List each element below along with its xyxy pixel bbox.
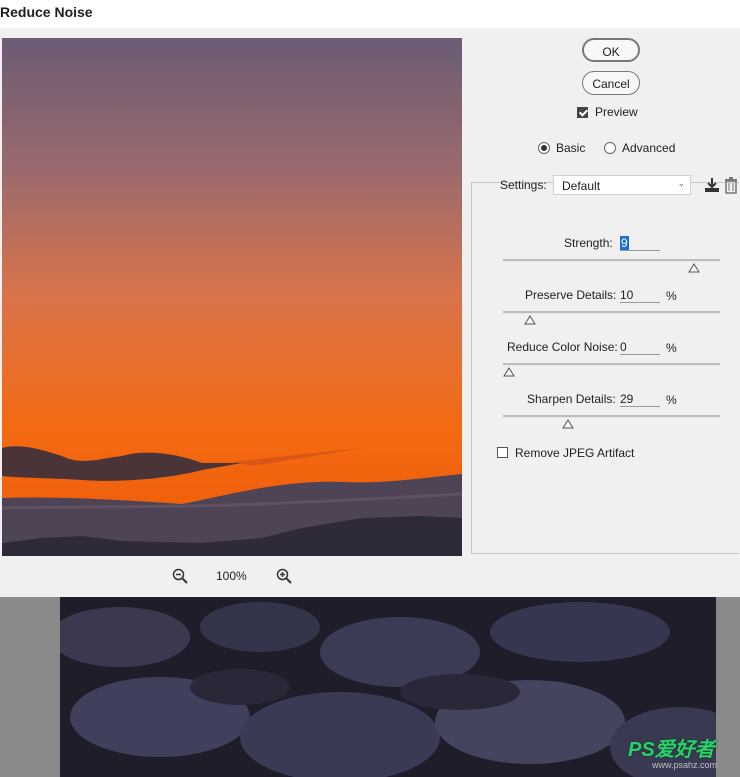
strength-label: Strength:	[564, 236, 613, 250]
settings-label: Settings:	[500, 178, 547, 192]
watermark-logo: PS爱好者	[628, 739, 715, 761]
zoom-out-icon[interactable]	[172, 568, 188, 587]
basic-radio[interactable]	[538, 142, 550, 154]
reduce-color-noise-value: 0	[620, 340, 627, 354]
basic-label: Basic	[556, 141, 586, 155]
save-settings-icon[interactable]	[703, 176, 721, 197]
sharpen-details-slider-track[interactable]	[503, 415, 720, 418]
reduce-color-noise-slider-thumb[interactable]	[503, 367, 515, 377]
zoom-level: 100%	[216, 569, 247, 583]
strength-slider-track[interactable]	[503, 259, 720, 262]
advanced-radio[interactable]	[604, 142, 616, 154]
strength-slider-thumb[interactable]	[687, 263, 700, 273]
settings-value: Default	[562, 179, 601, 193]
sharpen-details-unit: %	[666, 393, 677, 407]
preserve-details-value: 10	[620, 288, 634, 302]
sharpen-details-value: 29	[620, 392, 634, 406]
ok-button[interactable]: OK	[582, 38, 640, 62]
strength-value: 9	[620, 236, 629, 250]
sharpen-details-input[interactable]: 29	[620, 392, 660, 407]
remove-jpeg-artifact-checkbox[interactable]	[497, 447, 508, 458]
watermark-url: www.psahz.com	[652, 760, 718, 770]
strength-input[interactable]: 9	[620, 236, 660, 251]
sharpen-details-slider-thumb[interactable]	[562, 419, 575, 429]
reduce-color-noise-label: Reduce Color Noise:	[507, 340, 618, 354]
zoom-in-icon[interactable]	[276, 568, 292, 587]
preserve-details-unit: %	[666, 289, 677, 303]
preserve-details-label: Preserve Details:	[525, 288, 617, 302]
preserve-details-input[interactable]: 10	[620, 288, 660, 303]
trash-icon[interactable]	[724, 176, 738, 197]
dialog-title: Reduce Noise	[0, 4, 93, 20]
preview-label: Preview	[595, 105, 638, 119]
background-rocks-image	[60, 597, 716, 777]
reduce-noise-dialog: Reduce Noise OK Cancel Preview Basic Adv…	[0, 0, 740, 597]
cancel-button[interactable]: Cancel	[582, 71, 640, 95]
remove-jpeg-artifact-label: Remove JPEG Artifact	[515, 446, 635, 460]
settings-dropdown[interactable]: Default ⌄	[553, 175, 691, 195]
reduce-color-noise-input[interactable]: 0	[620, 340, 660, 355]
preview-image[interactable]	[2, 38, 462, 556]
sharpen-details-label: Sharpen Details:	[527, 392, 616, 406]
advanced-label: Advanced	[622, 141, 676, 155]
preview-checkbox[interactable]	[577, 107, 588, 118]
preserve-details-slider-track[interactable]	[503, 311, 720, 314]
reduce-color-noise-slider-track[interactable]	[503, 363, 720, 366]
sunset-preview	[2, 38, 462, 556]
chevron-down-icon: ⌄	[677, 178, 685, 188]
title-bar[interactable]: Reduce Noise	[0, 0, 740, 28]
preserve-details-slider-thumb[interactable]	[523, 315, 536, 325]
reduce-color-noise-unit: %	[666, 341, 677, 355]
